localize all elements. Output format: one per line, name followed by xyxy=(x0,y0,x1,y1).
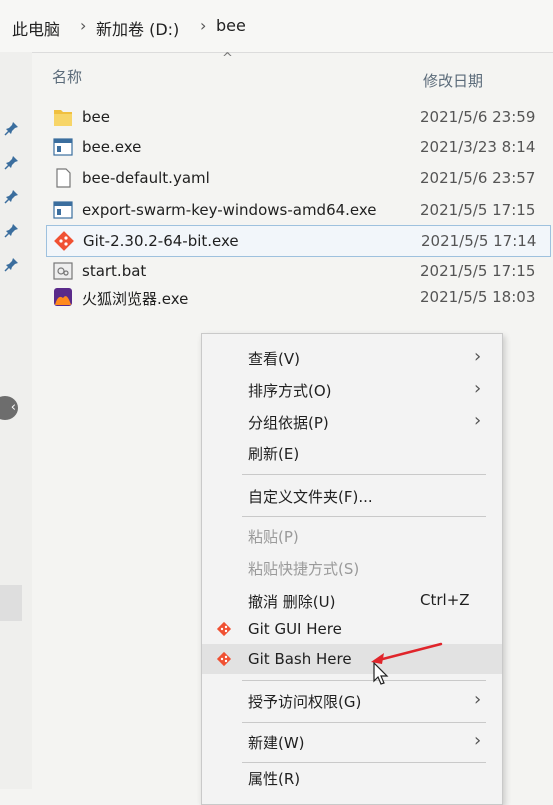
file-date: 2021/3/23 8:14 xyxy=(420,138,536,156)
git-icon xyxy=(216,621,232,637)
menu-separator xyxy=(242,722,486,723)
breadcrumb: 此电脑 › 新加卷 (D:) › bee xyxy=(0,0,553,53)
git-icon xyxy=(54,231,74,251)
menu-item-label: 属性(R) xyxy=(248,770,301,788)
firefox-icon xyxy=(54,288,72,306)
menu-separator xyxy=(242,516,486,517)
file-row[interactable]: 火狐浏览器.exe 2021/5/5 18:03 xyxy=(46,282,549,312)
menu-item-sort-by[interactable]: 排序方式(O) › xyxy=(202,374,502,404)
breadcrumb-item-this-pc[interactable]: 此电脑 xyxy=(12,16,60,40)
file-date: 2021/5/5 17:15 xyxy=(420,262,536,280)
pin-icon[interactable] xyxy=(4,188,20,204)
exe-icon xyxy=(53,201,73,219)
file-date: 2021/5/6 23:57 xyxy=(420,169,536,187)
menu-item-give-access-to[interactable]: 授予访问权限(G) › xyxy=(202,685,502,715)
navigation-selected-item[interactable] xyxy=(0,585,22,621)
pin-icon[interactable] xyxy=(4,222,20,238)
menu-item-customize-folder[interactable]: 自定义文件夹(F)... xyxy=(202,480,502,510)
file-name: export-swarm-key-windows-amd64.exe xyxy=(82,201,377,219)
menu-item-label: 自定义文件夹(F)... xyxy=(248,488,373,506)
file-date: 2021/5/5 18:03 xyxy=(420,288,536,306)
file-name: 火狐浏览器.exe xyxy=(82,290,189,308)
menu-item-label: 粘贴(P) xyxy=(248,528,299,546)
file-row[interactable]: bee-default.yaml 2021/5/6 23:57 xyxy=(46,163,549,193)
pin-icon[interactable] xyxy=(4,256,20,272)
menu-item-label: 授予访问权限(G) xyxy=(248,693,362,711)
menu-item-label: 查看(V) xyxy=(248,350,300,368)
menu-item-refresh[interactable]: 刷新(E) xyxy=(202,437,502,467)
menu-item-view[interactable]: 查看(V) › xyxy=(202,342,502,372)
exe-icon xyxy=(53,138,73,156)
menu-item-label: Git GUI Here xyxy=(248,620,342,638)
menu-item-label: 撤消 删除(U) xyxy=(248,593,336,611)
menu-item-paste-shortcut: 粘贴快捷方式(S) xyxy=(202,552,502,582)
breadcrumb-item-drive-d[interactable]: 新加卷 (D:) xyxy=(96,16,179,40)
document-icon xyxy=(56,168,71,188)
file-date: 2021/5/5 17:14 xyxy=(421,232,537,250)
menu-item-label: Git Bash Here xyxy=(248,650,352,668)
chevron-right-icon: › xyxy=(474,730,482,751)
pin-icon[interactable] xyxy=(4,154,20,170)
git-icon xyxy=(216,651,232,667)
file-date: 2021/5/5 17:15 xyxy=(420,201,536,219)
breadcrumb-separator: › xyxy=(80,16,87,35)
folder-icon xyxy=(54,110,72,126)
chevron-right-icon: › xyxy=(474,689,482,710)
menu-item-git-bash-here[interactable]: Git Bash Here xyxy=(202,644,502,674)
file-row-selected[interactable]: Git-2.30.2-64-bit.exe 2021/5/5 17:14 xyxy=(46,225,551,257)
menu-item-label: 排序方式(O) xyxy=(248,382,332,400)
breadcrumb-item-bee[interactable]: bee xyxy=(216,16,246,35)
menu-item-label: 新建(W) xyxy=(248,734,305,752)
breadcrumb-separator: › xyxy=(200,16,207,35)
chevron-left-icon[interactable]: ‹ xyxy=(0,396,18,420)
column-header-date-modified[interactable]: 修改日期 xyxy=(423,70,483,91)
column-header-name[interactable]: 名称 xyxy=(52,66,82,87)
file-row[interactable]: export-swarm-key-windows-amd64.exe 2021/… xyxy=(46,195,549,225)
file-date: 2021/5/6 23:59 xyxy=(420,108,536,126)
sort-ascending-icon: ^ xyxy=(222,51,233,66)
batch-file-icon xyxy=(53,262,73,280)
chevron-right-icon: › xyxy=(474,410,482,431)
menu-separator xyxy=(242,474,486,475)
menu-item-label: 刷新(E) xyxy=(248,445,300,463)
mouse-cursor-icon xyxy=(373,662,389,685)
menu-item-paste: 粘贴(P) xyxy=(202,520,502,550)
pin-icon[interactable] xyxy=(4,120,20,136)
menu-item-label: 粘贴快捷方式(S) xyxy=(248,560,360,578)
menu-item-shortcut: Ctrl+Z xyxy=(420,591,470,609)
file-name: bee xyxy=(82,108,110,126)
menu-item-label: 分组依据(P) xyxy=(248,414,329,432)
menu-item-group-by[interactable]: 分组依据(P) › xyxy=(202,406,502,436)
menu-item-properties[interactable]: 属性(R) xyxy=(202,762,502,792)
file-name: Git-2.30.2-64-bit.exe xyxy=(83,232,239,250)
file-name: bee-default.yaml xyxy=(82,169,210,187)
menu-item-git-gui-here[interactable]: Git GUI Here xyxy=(202,614,502,644)
file-name: bee.exe xyxy=(82,138,142,156)
navigation-pane xyxy=(0,52,32,789)
menu-separator xyxy=(242,680,486,681)
file-row[interactable]: bee.exe 2021/3/23 8:14 xyxy=(46,132,549,162)
menu-item-undo-delete[interactable]: 撤消 删除(U) Ctrl+Z xyxy=(202,585,502,615)
file-row[interactable]: bee 2021/5/6 23:59 xyxy=(46,102,549,132)
chevron-right-icon: › xyxy=(474,346,482,367)
chevron-right-icon: › xyxy=(474,378,482,399)
context-menu: 查看(V) › 排序方式(O) › 分组依据(P) › 刷新(E) 自定义文件夹… xyxy=(201,333,503,805)
file-name: start.bat xyxy=(82,262,147,280)
menu-item-new[interactable]: 新建(W) › xyxy=(202,726,502,756)
